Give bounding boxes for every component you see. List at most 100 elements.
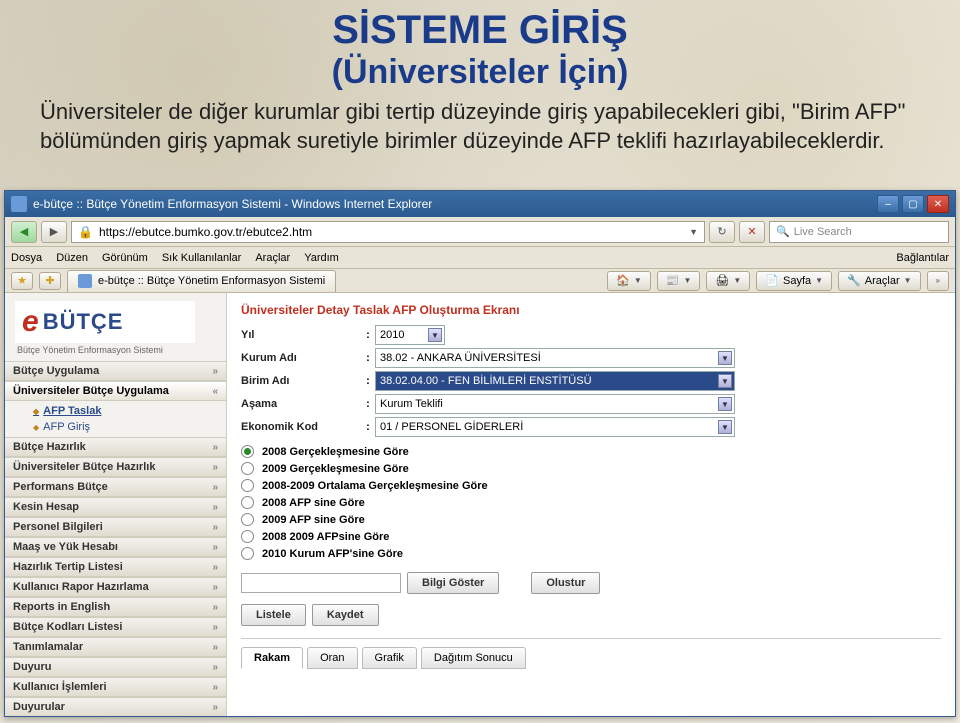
logo-subtitle: Bütçe Yönetim Enformasyon Sistemi [5,345,226,361]
menu-araclar[interactable]: Araçlar [255,252,290,264]
chevron-icon: » [212,682,218,693]
dropdown[interactable]: 38.02 - ANKARA ÜNİVERSİTESİ▼ [375,348,735,368]
add-fav-button[interactable]: ✚ [39,272,61,290]
url-input[interactable] [97,224,685,240]
result-tabs: Rakam Oran Grafik Dağıtım Sonucu [241,638,941,669]
sidebar-item[interactable]: Maaş ve Yük Hesabı» [5,537,226,557]
sidebar-item[interactable]: Tanımlamalar» [5,637,226,657]
chevron-icon: » [212,366,218,377]
links-label[interactable]: Bağlantılar [896,252,949,264]
dropdown-icon[interactable]: ▼ [689,227,698,237]
form-row: Kurum Adı:38.02 - ANKARA ÜNİVERSİTESİ▼ [241,348,941,368]
sidebar-item[interactable]: Bütçe Kodları Listesi» [5,617,226,637]
browser-window: e-bütçe :: Bütçe Yönetim Enformasyon Sis… [4,190,956,717]
search-icon: 🔍 [776,225,790,238]
feed-button[interactable]: 📰▼ [657,271,701,291]
kaydet-button[interactable]: Kaydet [312,604,379,626]
menu-duzen[interactable]: Düzen [56,252,88,264]
chevron-icon: » [212,642,218,653]
sidebar-subitem[interactable]: ◆AFP Giriş [33,419,226,435]
chevron-icon: » [212,602,218,613]
refresh-button[interactable]: ↻ [709,221,735,243]
radio-option[interactable]: 2009 Gerçekleşmesine Göre [241,460,941,477]
minimize-button[interactable]: – [877,195,899,213]
form-row: Yıl:2010▼ [241,325,941,345]
logo-b: BÜTÇE [43,309,124,335]
tab-rakam[interactable]: Rakam [241,647,303,669]
search-placeholder: Live Search [794,226,852,238]
radio-option[interactable]: 2008-2009 Ortalama Gerçekleşmesine Göre [241,477,941,494]
maximize-button[interactable]: ▢ [902,195,924,213]
menu-sik[interactable]: Sık Kullanılanlar [162,252,242,264]
panel-title: Üniversiteler Detay Taslak AFP Oluşturma… [241,303,941,317]
tab-grafik[interactable]: Grafik [362,647,417,669]
chevron-icon: » [212,502,218,513]
menu-yardim[interactable]: Yardım [304,252,339,264]
stop-button[interactable]: ✕ [739,221,765,243]
dropdown[interactable]: 2010▼ [375,325,445,345]
chevron-down-icon: ▼ [718,420,732,434]
sidebar-item[interactable]: Duyuru» [5,657,226,677]
listele-button[interactable]: Listele [241,604,306,626]
menu-dosya[interactable]: Dosya [11,252,42,264]
chevron-icon: » [212,542,218,553]
print-button[interactable]: 🖨▼ [706,271,750,291]
tab-dagitim[interactable]: Dağıtım Sonucu [421,647,526,669]
page-button[interactable]: 📄 Sayfa▼ [756,271,832,291]
radio-icon [241,530,254,543]
chevron-icon: » [212,442,218,453]
app-icon [11,196,27,212]
sidebar-item[interactable]: Reports in English» [5,597,226,617]
menu-gorunum[interactable]: Görünüm [102,252,148,264]
chevron-icon: « [212,386,218,397]
forward-button[interactable]: ▶ [41,221,67,243]
sidebar-item[interactable]: Kesin Hesap» [5,497,226,517]
field-label: Birim Adı [241,375,361,387]
close-button[interactable]: ✕ [927,195,949,213]
radio-option[interactable]: 2009 AFP sine Göre [241,511,941,528]
chevron-down-icon: ▼ [718,397,732,411]
chevron-down-icon: ▼ [718,374,732,388]
chevron-down-icon: ▼ [718,351,732,365]
search-box[interactable]: 🔍 Live Search [769,221,949,243]
tools-button[interactable]: 🔧 Araçlar▼ [838,271,920,291]
sidebar-item[interactable]: Bütçe Uygulama» [5,361,226,381]
radio-option[interactable]: 2008 2009 AFPsine Göre [241,528,941,545]
field-label: Aşama [241,398,361,410]
sidebar-item[interactable]: Üniversiteler Bütçe Uygulama« [5,381,226,401]
sidebar-item[interactable]: Kullanıcı İşlemleri» [5,677,226,697]
slide-title-2: (Üniversiteler İçin) [0,53,960,92]
input-1[interactable] [241,573,401,593]
lock-icon: 🔒 [78,225,93,239]
sidebar-item[interactable]: Üniversiteler Bütçe Hazırlık» [5,457,226,477]
bilgi-goster-button[interactable]: Bilgi Göster [407,572,499,594]
home-button[interactable]: 🏠▼ [607,271,651,291]
sidebar-item[interactable]: Duyurular» [5,697,226,716]
sidebar-item[interactable]: Bütçe Hazırlık» [5,437,226,457]
more-button[interactable]: » [927,271,949,291]
field-label: Kurum Adı [241,352,361,364]
dropdown[interactable]: 38.02.04.00 - FEN BİLİMLERİ ENSTİTÜSÜ▼ [375,371,735,391]
radio-option[interactable]: 2008 AFP sine Göre [241,494,941,511]
sidebar-item[interactable]: Personel Bilgileri» [5,517,226,537]
tab-oran[interactable]: Oran [307,647,357,669]
slide-title-1: SİSTEME GİRİŞ [0,8,960,53]
olustur-button[interactable]: Olustur [531,572,600,594]
sidebar-subitem[interactable]: ◆AFP Taslak [33,403,226,419]
form-row: Birim Adı:38.02.04.00 - FEN BİLİMLERİ EN… [241,371,941,391]
chevron-icon: » [212,482,218,493]
browser-tab[interactable]: e-bütçe :: Bütçe Yönetim Enformasyon Sis… [67,270,336,292]
dropdown[interactable]: Kurum Teklifi▼ [375,394,735,414]
favorites-button[interactable]: ★ [11,272,33,290]
chevron-down-icon: ▼ [428,328,442,342]
slide-body: Üniversiteler de diğer kurumlar gibi ter… [0,92,960,165]
sidebar-item[interactable]: Hazırlık Tertip Listesi» [5,557,226,577]
sidebar-item[interactable]: Kullanıcı Rapor Hazırlama» [5,577,226,597]
back-button[interactable]: ◀ [11,221,37,243]
radio-icon [241,479,254,492]
dropdown[interactable]: 01 / PERSONEL GİDERLERİ▼ [375,417,735,437]
sidebar-item[interactable]: Performans Bütçe» [5,477,226,497]
radio-option[interactable]: 2010 Kurum AFP'sine Göre [241,545,941,562]
radio-option[interactable]: 2008 Gerçekleşmesine Göre [241,443,941,460]
address-bar[interactable]: 🔒 ▼ [71,221,705,243]
